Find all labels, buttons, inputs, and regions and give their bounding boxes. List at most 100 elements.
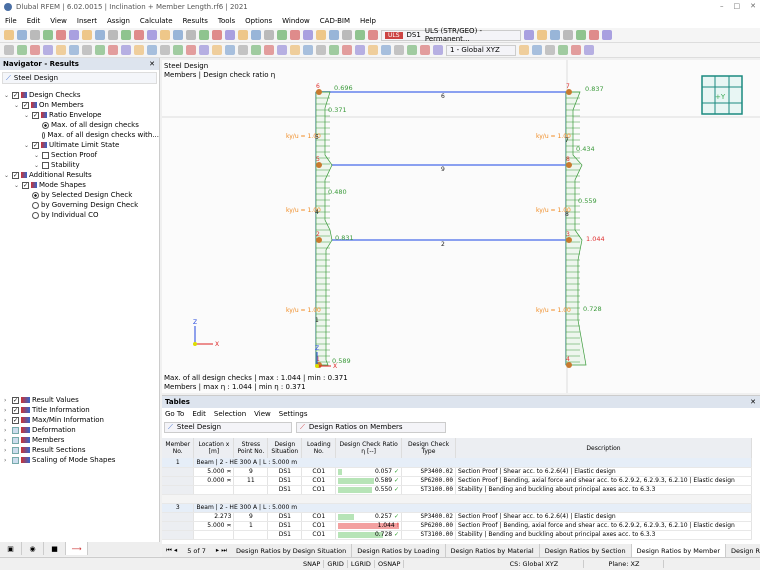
toolbar-tool-icon[interactable]: [290, 30, 300, 40]
toolbar-tool-icon[interactable]: [69, 45, 79, 55]
table-row[interactable]: 5.000 ≍ 1 DS1 CO1 1.044 ! SP6200.00 Section Pr…: [162, 521, 753, 531]
status-lgrid[interactable]: LGRID: [348, 560, 375, 568]
module-dropdown[interactable]: ⟋ Steel Design: [2, 72, 157, 84]
radio-button[interactable]: [42, 131, 46, 139]
checkbox[interactable]: ✓: [32, 111, 39, 119]
tables-menu-go-to[interactable]: Go To: [165, 410, 184, 418]
menu-file[interactable]: File: [0, 17, 22, 25]
toolbar-tool-icon[interactable]: [147, 45, 157, 55]
toolbar-tool-icon[interactable]: [186, 45, 196, 55]
toolbar-tool-icon[interactable]: [329, 45, 339, 55]
toolbar-tool-icon[interactable]: [381, 45, 391, 55]
toolbar-tool-icon[interactable]: [303, 30, 313, 40]
toolbar-tool-icon[interactable]: [160, 30, 170, 40]
toolbar-tool-icon[interactable]: [303, 45, 313, 55]
menu-insert[interactable]: Insert: [72, 17, 102, 25]
checkbox[interactable]: ✓: [12, 416, 19, 424]
checkbox[interactable]: ✓: [22, 181, 29, 189]
toolbar-tool-icon[interactable]: [82, 45, 92, 55]
group-row[interactable]: 3 Beam | 2 - HE 300 A | L : 5.000 m: [162, 503, 752, 513]
toolbar-tool-icon[interactable]: [251, 45, 261, 55]
chevron-down-icon[interactable]: ⌄: [24, 142, 30, 149]
views-tab-icon[interactable]: ■: [44, 542, 66, 555]
display-item[interactable]: › Result Sections: [4, 445, 115, 455]
checkbox[interactable]: ✓: [22, 101, 29, 109]
toolbar-tool-icon[interactable]: [160, 45, 170, 55]
chevron-right-icon[interactable]: ›: [4, 437, 10, 444]
toolbar-tool-icon[interactable]: [602, 30, 612, 40]
toolbar-tool-icon[interactable]: [264, 45, 274, 55]
toolbar-tool-icon[interactable]: [584, 45, 594, 55]
column-header[interactable]: Design Check Type: [401, 438, 456, 458]
toolbar-tool-icon[interactable]: [225, 30, 235, 40]
table-tab[interactable]: Design Ratios by Member: [631, 544, 727, 557]
toolbar-tool-icon[interactable]: [82, 30, 92, 40]
chevron-right-icon[interactable]: ›: [4, 427, 10, 434]
column-header[interactable]: Description: [455, 438, 753, 458]
checkbox[interactable]: [12, 456, 19, 464]
chevron-right-icon[interactable]: ›: [4, 447, 10, 454]
tables-menu-settings[interactable]: Settings: [279, 410, 308, 418]
radio-button[interactable]: [42, 121, 49, 129]
checkbox[interactable]: ✓: [12, 406, 19, 414]
toolbar-tool-icon[interactable]: [56, 30, 66, 40]
toolbar-tool-icon[interactable]: [30, 30, 40, 40]
tree-item[interactable]: ⌄ ✓ Ratio Envelope: [4, 110, 159, 120]
toolbar-tool-icon[interactable]: [43, 45, 53, 55]
toolbar-tool-icon[interactable]: [342, 30, 352, 40]
tables-menu-view[interactable]: View: [254, 410, 271, 418]
toolbar-tool-icon[interactable]: [108, 30, 118, 40]
checkbox[interactable]: [12, 446, 19, 454]
toolbar-tool-icon[interactable]: [95, 30, 105, 40]
tree-item[interactable]: by Selected Design Check: [4, 190, 159, 200]
tables-module-dropdown[interactable]: ⟋ Steel Design: [164, 421, 292, 433]
close-button[interactable]: ✕: [750, 2, 756, 10]
tree-item[interactable]: Max. of all design checks with...: [4, 130, 159, 140]
checkbox[interactable]: ✓: [32, 141, 39, 149]
column-header[interactable]: Design Check Ratio η [--]: [335, 438, 403, 458]
tree-item[interactable]: ⌄ ✓ Design Checks: [4, 90, 159, 100]
chevron-right-icon[interactable]: ›: [4, 457, 10, 464]
radio-button[interactable]: [32, 201, 39, 209]
menu-assign[interactable]: Assign: [102, 17, 135, 25]
table-tab[interactable]: Design Ratios by Loading: [352, 544, 446, 557]
3d-viewport[interactable]: Steel Design Members | Design check ratio…: [162, 60, 760, 393]
table-row[interactable]: 2.273 9 DS1 CO1 0.257 ✓ SP3400.02 Section Proo…: [162, 512, 753, 522]
display-item[interactable]: › Scaling of Mode Shapes: [4, 455, 115, 465]
menu-help[interactable]: Help: [355, 17, 381, 25]
chevron-down-icon[interactable]: ⌄: [14, 102, 20, 109]
table-row[interactable]: 0.000 ≍ 11 DS1 CO1 0.589 ✓ SP6200.00 Section P…: [162, 476, 753, 486]
radio-button[interactable]: [32, 211, 39, 219]
toolbar-tool-icon[interactable]: [147, 30, 157, 40]
toolbar-tool-icon[interactable]: [277, 30, 287, 40]
toolbar-tool-icon[interactable]: [17, 30, 27, 40]
toolbar-tool-icon[interactable]: [199, 30, 209, 40]
toolbar-tool-icon[interactable]: [407, 45, 417, 55]
checkbox[interactable]: [12, 426, 19, 434]
data-tab-icon[interactable]: ▣: [0, 542, 22, 555]
tables-menu-edit[interactable]: Edit: [192, 410, 206, 418]
minimize-button[interactable]: –: [720, 2, 724, 10]
status-snap[interactable]: SNAP: [300, 560, 325, 568]
toolbar-tool-icon[interactable]: [589, 30, 599, 40]
tree-item[interactable]: ⌄ ✓ On Members: [4, 100, 159, 110]
toolbar-tool-icon[interactable]: [433, 45, 443, 55]
toolbar-tool-icon[interactable]: [186, 30, 196, 40]
toolbar-tool-icon[interactable]: [576, 30, 586, 40]
coordinate-system-dropdown[interactable]: 1 - Global XYZ: [446, 44, 516, 56]
column-header[interactable]: Loading No.: [301, 438, 337, 458]
column-header[interactable]: Design Situation: [267, 438, 303, 458]
menu-edit[interactable]: Edit: [22, 17, 46, 25]
chevron-down-icon[interactable]: ⌄: [24, 112, 30, 119]
toolbar-tool-icon[interactable]: [316, 30, 326, 40]
chevron-down-icon[interactable]: ⌄: [4, 92, 10, 99]
toolbar-tool-icon[interactable]: [524, 30, 534, 40]
toolbar-tool-icon[interactable]: [4, 45, 14, 55]
toolbar-tool-icon[interactable]: [264, 30, 274, 40]
chevron-down-icon[interactable]: ⌄: [34, 162, 40, 169]
toolbar-tool-icon[interactable]: [95, 45, 105, 55]
tree-item[interactable]: Max. of all design checks: [4, 120, 159, 130]
display-item[interactable]: › Members: [4, 435, 115, 445]
next-page-button[interactable]: ▸ ⏭: [212, 546, 231, 555]
status-osnap[interactable]: OSNAP: [375, 560, 405, 568]
